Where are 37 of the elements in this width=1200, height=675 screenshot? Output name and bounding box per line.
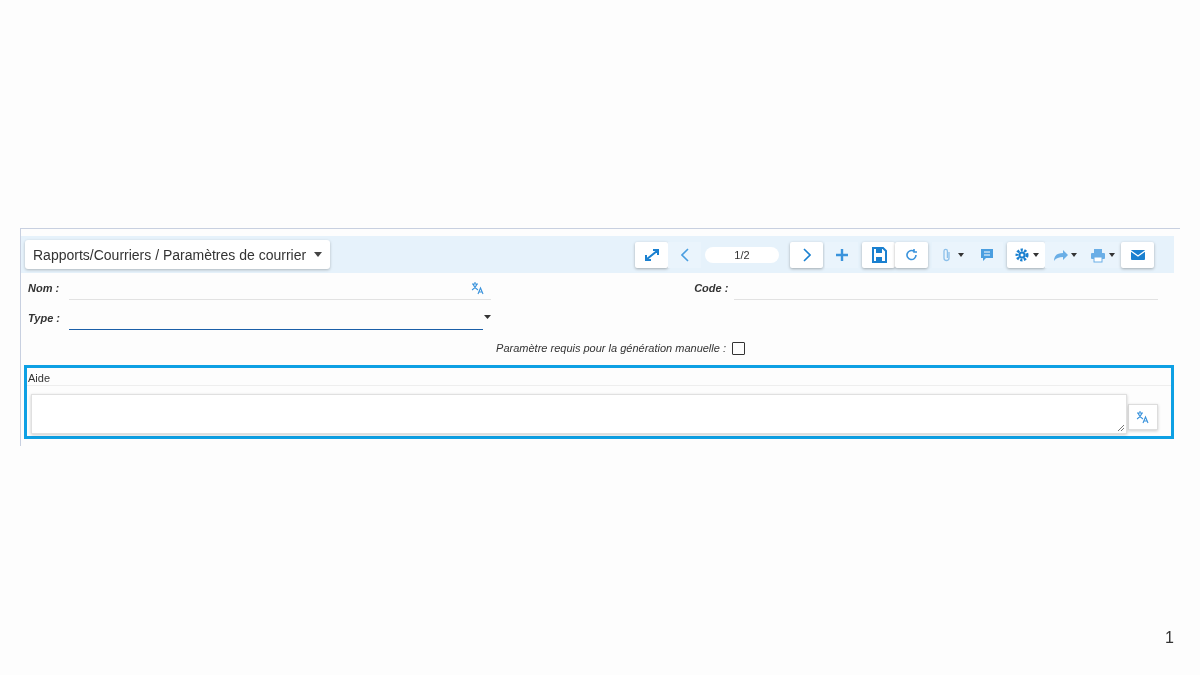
field-label: Type : <box>28 312 60 324</box>
translate-button[interactable] <box>1128 404 1158 430</box>
expand-icon <box>642 246 661 263</box>
add-button[interactable] <box>825 241 858 268</box>
save-icon <box>869 246 888 263</box>
gear-button[interactable] <box>1007 241 1045 268</box>
field-label: Code : <box>694 282 729 294</box>
checkbox[interactable] <box>732 341 745 355</box>
settings-icon <box>1013 246 1031 263</box>
print-icon <box>1089 246 1107 263</box>
mail-button[interactable] <box>1121 241 1154 268</box>
expand-button[interactable] <box>635 241 668 268</box>
page-number: 1 <box>1165 629 1174 647</box>
refresh-button[interactable] <box>895 241 928 268</box>
save-button[interactable] <box>862 241 895 268</box>
caret-icon <box>1071 252 1077 257</box>
caret-icon <box>314 252 323 257</box>
caret-icon <box>958 252 964 257</box>
attach-button[interactable] <box>932 241 970 268</box>
caret-icon <box>1109 252 1115 257</box>
caret-icon <box>484 314 491 319</box>
breadcrumb-dropdown[interactable]: Rapports/Courriers / Paramètres de courrier <box>25 240 331 269</box>
comment-button[interactable] <box>970 241 1003 268</box>
section-title: Aide <box>28 372 51 384</box>
chevron-left-icon <box>680 247 689 262</box>
translate-icon <box>1136 410 1150 424</box>
checkbox-label: Paramètre requis pour la génération manuelle : <box>496 342 726 354</box>
share-button[interactable] <box>1045 241 1083 268</box>
translate-icon <box>471 280 486 295</box>
page-indicator: 1/2 <box>705 246 779 263</box>
chevron-right-icon <box>802 247 811 262</box>
prev-button[interactable] <box>668 241 701 268</box>
field-label: Nom : <box>28 282 60 294</box>
print-button[interactable] <box>1083 241 1121 268</box>
next-button[interactable] <box>790 241 823 268</box>
resize-handle-icon[interactable] <box>1117 424 1124 431</box>
caret-icon <box>1033 252 1039 257</box>
